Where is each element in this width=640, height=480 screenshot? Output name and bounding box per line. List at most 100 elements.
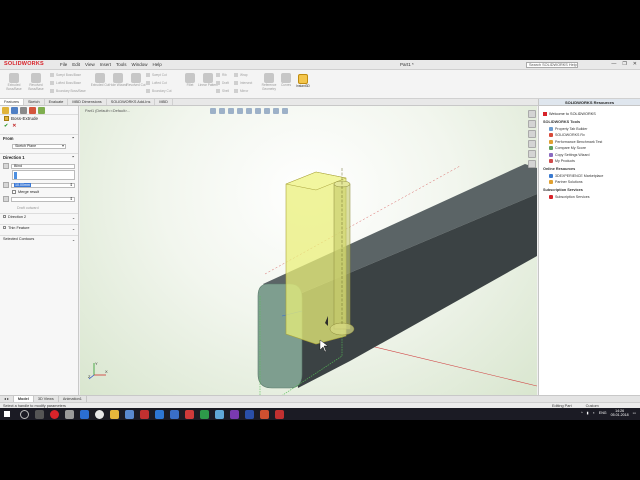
draft-angle-input[interactable] xyxy=(11,196,75,202)
appearances-icon[interactable] xyxy=(528,150,536,158)
tray-arrow-icon[interactable]: ^ xyxy=(581,411,583,415)
view-palette-icon[interactable] xyxy=(528,140,536,148)
tab-sketch[interactable]: Sketch xyxy=(24,99,45,105)
merge-result-row[interactable]: Merge result xyxy=(12,190,66,194)
close-button[interactable]: ✕ xyxy=(633,61,637,67)
menu-insert[interactable]: Insert xyxy=(100,62,111,67)
my-products-link[interactable]: My Products xyxy=(549,159,636,163)
lofted-cut-button[interactable]: Lofted Cut xyxy=(146,81,167,85)
tab-features[interactable]: Features xyxy=(0,99,24,105)
depth-input[interactable]: 10.00mm xyxy=(11,182,75,188)
solidworks-active-icon[interactable] xyxy=(275,409,284,419)
solidworks-app-icon[interactable] xyxy=(140,409,149,419)
swept-cut-button[interactable]: Swept Cut xyxy=(146,73,167,77)
end-condition-select[interactable]: Blind xyxy=(11,163,75,169)
clock[interactable]: 14:26 05.01.2018 xyxy=(611,409,629,417)
subscription-services-link[interactable]: Subscription Services xyxy=(549,194,636,199)
direction2-checkbox[interactable] xyxy=(3,215,6,218)
mail-icon[interactable] xyxy=(170,409,179,419)
partner-solutions-link[interactable]: Partner Solutions xyxy=(549,180,636,184)
excel-icon[interactable] xyxy=(200,409,209,419)
photos-icon[interactable] xyxy=(215,409,224,419)
thin-feature-checkbox[interactable] xyxy=(3,226,6,229)
wrap-button[interactable]: Wrap xyxy=(234,73,248,77)
thin-feature-section[interactable]: Thin Feature ⌄ xyxy=(0,224,78,232)
model-scene[interactable] xyxy=(80,106,537,395)
file-explorer-icon[interactable] xyxy=(528,130,536,138)
display-manager-icon[interactable] xyxy=(38,107,45,114)
revolved-boss-button[interactable]: Revolved Boss/Base xyxy=(24,73,48,91)
direction1-section-header[interactable]: Direction 1 ⌃ xyxy=(0,153,78,161)
windows-start-icon[interactable] xyxy=(4,411,10,417)
language-indicator[interactable]: ENG xyxy=(599,411,607,415)
dimxpert-icon[interactable] xyxy=(29,107,36,114)
search-icon[interactable] xyxy=(20,409,29,419)
intersect-button[interactable]: Intersect xyxy=(234,81,252,85)
rib-button[interactable]: Rib xyxy=(216,73,227,77)
reverse-direction-icon[interactable] xyxy=(3,163,9,169)
copy-settings-link[interactable]: Copy Settings Wizard xyxy=(549,152,636,157)
menu-help[interactable]: Help xyxy=(153,62,162,67)
boundary-cut-button[interactable]: Boundary Cut xyxy=(146,89,172,93)
app-logo[interactable]: SOLIDWORKS xyxy=(4,61,44,67)
app2-icon[interactable] xyxy=(230,409,239,419)
tab-evaluate[interactable]: Evaluate xyxy=(45,99,69,105)
from-section-header[interactable]: From ⌃ xyxy=(0,134,78,142)
menu-view[interactable]: View xyxy=(85,62,95,67)
minimize-button[interactable]: — xyxy=(611,61,616,67)
swept-boss-button[interactable]: Swept Boss/Base xyxy=(50,73,81,77)
feature-tree-icon[interactable] xyxy=(2,107,9,114)
menu-window[interactable]: Window xyxy=(132,62,148,67)
app-icon[interactable] xyxy=(65,409,74,419)
benchmark-test-link[interactable]: Performance Benchmark Test xyxy=(549,139,636,144)
direction2-section[interactable]: Direction 2 ⌄ xyxy=(0,213,78,221)
volume-icon[interactable]: ◖ xyxy=(593,411,595,415)
task-view-icon[interactable] xyxy=(35,409,44,419)
word-icon[interactable] xyxy=(245,409,254,419)
direction-selection-box[interactable] xyxy=(12,170,75,180)
instant3d-button[interactable]: Instant3D xyxy=(294,74,312,89)
home-icon[interactable] xyxy=(528,110,536,118)
file-explorer-icon[interactable] xyxy=(110,409,119,419)
network-icon[interactable]: ▮ xyxy=(587,411,589,415)
mirror-button[interactable]: Mirror xyxy=(234,89,248,93)
vpn-icon[interactable] xyxy=(80,409,89,419)
chrome-icon[interactable] xyxy=(95,409,104,419)
graphics-area[interactable]: Part1 (Default<<Default>... X Y Z xyxy=(80,106,537,395)
design-library-icon[interactable] xyxy=(528,120,536,128)
lofted-boss-button[interactable]: Lofted Boss/Base xyxy=(50,81,81,85)
draft-icon[interactable] xyxy=(3,196,9,202)
menu-edit[interactable]: Edit xyxy=(72,62,80,67)
tab-mbd[interactable]: MBD xyxy=(155,99,173,105)
compare-score-link[interactable]: Compare My Score xyxy=(549,146,636,150)
media-icon[interactable] xyxy=(185,409,194,419)
ok-button[interactable]: ✔ xyxy=(4,123,8,129)
edge-icon[interactable] xyxy=(155,409,164,419)
marketplace-link[interactable]: 3DEXPERIENCE Marketplace xyxy=(549,173,636,178)
opera-icon[interactable] xyxy=(50,409,59,419)
property-tab-builder-link[interactable]: Property Tab Builder xyxy=(549,126,636,131)
revolved-cut-button[interactable]: Revolved Cut xyxy=(124,73,148,88)
property-manager-icon[interactable] xyxy=(11,107,18,114)
solidworks-rx-link[interactable]: SOLIDWORKS Rx xyxy=(549,133,636,137)
from-select[interactable]: Sketch Plane xyxy=(12,144,66,149)
maximize-button[interactable]: ❐ xyxy=(622,61,626,67)
menu-tools[interactable]: Tools xyxy=(116,62,127,67)
configuration-manager-icon[interactable] xyxy=(20,107,27,114)
help-search-input[interactable]: Search SOLIDWORKS Help xyxy=(526,61,578,68)
draft-outward-checkbox[interactable]: Draft outward xyxy=(17,206,78,210)
cancel-button[interactable]: ✕ xyxy=(12,123,16,129)
draft-button[interactable]: Draft xyxy=(216,81,229,85)
notifications-icon[interactable]: ▭ xyxy=(633,411,636,415)
tab-addins[interactable]: SOLIDWORKS Add-Ins xyxy=(107,99,156,105)
merge-result-checkbox[interactable] xyxy=(12,190,16,194)
extruded-boss-button[interactable]: Extruded Boss/Base xyxy=(2,73,26,91)
menu-file[interactable]: File xyxy=(60,62,67,67)
powerpoint-icon[interactable] xyxy=(260,409,269,419)
shell-button[interactable]: Shell xyxy=(216,89,229,93)
selected-contours-section[interactable]: Selected Contours ⌄ xyxy=(0,235,78,243)
custom-properties-icon[interactable] xyxy=(528,160,536,168)
welcome-link[interactable]: Welcome to SOLIDWORKS xyxy=(543,112,636,116)
boundary-boss-button[interactable]: Boundary Boss/Base xyxy=(50,89,86,93)
tab-mbd-dimensions[interactable]: MBD Dimensions xyxy=(68,99,107,105)
